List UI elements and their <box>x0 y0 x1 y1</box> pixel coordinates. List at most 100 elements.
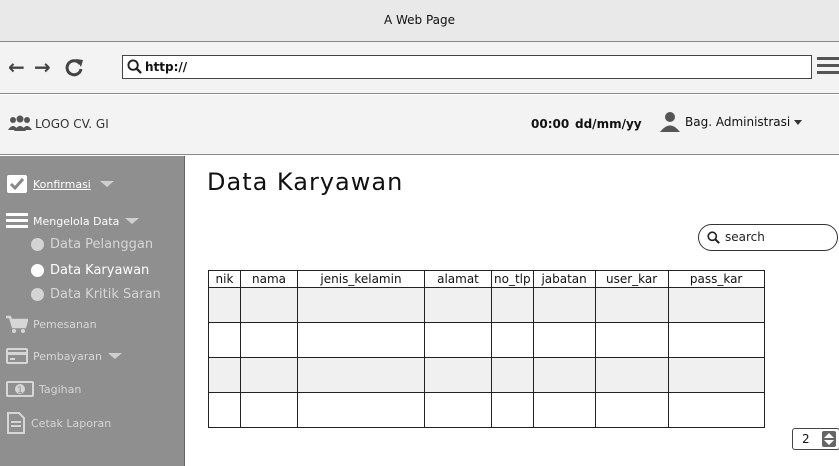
date-display: dd/mm/yy <box>575 117 642 131</box>
bullet-icon <box>31 288 44 301</box>
table-cell <box>297 322 425 358</box>
table-cell <box>208 322 241 358</box>
table-cell <box>532 392 596 428</box>
table-cell <box>532 287 596 323</box>
table-cell <box>491 322 534 358</box>
bullet-icon <box>31 238 44 251</box>
page-title: Data Karyawan <box>207 168 404 196</box>
table-cell <box>594 322 669 358</box>
table-cell <box>594 392 669 428</box>
sidebar-item-data-kritik-saran[interactable]: Data Kritik Saran <box>31 287 161 302</box>
table-row[interactable] <box>208 287 765 323</box>
time-display: 00:00 <box>531 117 570 131</box>
table-cell <box>240 392 298 428</box>
sidebar-item-cetak-laporan[interactable]: Cetak Laporan <box>6 412 111 434</box>
page-stepper[interactable]: 2 <box>792 428 839 450</box>
search-placeholder: search <box>725 230 765 244</box>
stepper-arrows-icon[interactable] <box>822 431 836 447</box>
column-header[interactable]: no_tlp <box>491 270 534 288</box>
table-header-row: nik nama jenis_kelamin alamat no_tlp jab… <box>208 270 765 288</box>
hamburger-menu-icon[interactable] <box>817 57 839 75</box>
user-menu[interactable]: Bag. Administrasi <box>659 111 803 133</box>
sidebar-item-konfirmasi[interactable]: Konfirmasi <box>6 174 114 194</box>
table-cell <box>297 392 425 428</box>
table-cell <box>208 287 241 323</box>
table-cell <box>491 392 534 428</box>
checkbox-icon <box>7 175 27 193</box>
sidebar-item-label: Konfirmasi <box>33 177 91 191</box>
table-cell <box>208 392 241 428</box>
table-cell <box>532 322 596 358</box>
url-bar[interactable]: http:// <box>122 55 812 79</box>
table-cell <box>424 392 492 428</box>
sidebar-item-pemesanan[interactable]: Pemesanan <box>6 315 97 333</box>
column-header[interactable]: pass_kar <box>667 270 765 288</box>
table-row[interactable] <box>208 322 765 358</box>
sidebar-item-label: Pembayaran <box>33 349 102 363</box>
sidebar-item-pembayaran[interactable]: Pembayaran <box>6 347 122 365</box>
column-header[interactable]: jenis_kelamin <box>297 270 425 288</box>
table-cell <box>667 287 765 323</box>
sidebar-item-label: Pemesanan <box>33 317 97 331</box>
logo-text: LOGO CV. GI <box>35 117 109 131</box>
table-cell <box>424 357 492 393</box>
sidebar-item-label: Tagihan <box>39 382 82 396</box>
table-cell <box>240 357 298 393</box>
column-header[interactable]: alamat <box>424 270 492 288</box>
reload-icon[interactable] <box>63 55 85 83</box>
table-cell <box>594 287 669 323</box>
browser-navbar: ← → http:// <box>0 42 839 94</box>
forward-arrow-icon[interactable]: → <box>34 55 51 79</box>
table-cell <box>667 357 765 393</box>
table-cell <box>491 287 534 323</box>
column-header[interactable]: nik <box>208 270 241 288</box>
logo: LOGO CV. GI <box>8 115 109 133</box>
back-arrow-icon[interactable]: ← <box>8 55 25 79</box>
table-cell <box>297 287 425 323</box>
url-text: http:// <box>145 60 188 74</box>
chevron-down-icon <box>107 353 122 359</box>
sidebar: Konfirmasi Mengelola Data Data Pelanggan… <box>0 156 185 466</box>
table-cell <box>424 287 492 323</box>
table-cell <box>491 357 534 393</box>
sidebar-item-data-pelanggan[interactable]: Data Pelanggan <box>31 237 153 252</box>
employee-table: nik nama jenis_kelamin alamat no_tlp jab… <box>208 270 765 428</box>
user-name: Bag. Administrasi <box>685 115 791 129</box>
search-input[interactable]: search <box>698 224 838 251</box>
app-header: LOGO CV. GI 00:00 dd/mm/yy Bag. Administ… <box>0 95 839 155</box>
sidebar-item-label: Mengelola Data <box>33 214 120 228</box>
column-header[interactable]: nama <box>240 270 298 288</box>
chevron-down-icon <box>99 181 114 187</box>
chevron-down-icon <box>125 218 140 224</box>
users-icon <box>8 115 32 131</box>
page-number: 2 <box>802 432 810 446</box>
sidebar-item-mengelola-data[interactable]: Mengelola Data <box>6 212 140 230</box>
table-cell <box>532 357 596 393</box>
search-icon <box>127 59 142 74</box>
column-header[interactable]: user_kar <box>594 270 669 288</box>
menu-icon <box>6 213 28 228</box>
sidebar-item-label: Data Karyawan <box>50 263 150 278</box>
table-row[interactable] <box>208 392 765 428</box>
search-icon <box>707 231 720 244</box>
column-header[interactable]: jabatan <box>532 270 596 288</box>
window-title: A Web Page <box>383 13 456 27</box>
document-icon <box>7 412 25 434</box>
sidebar-item-data-karyawan[interactable]: Data Karyawan <box>31 263 149 278</box>
sidebar-item-tagihan[interactable]: 1 Tagihan <box>6 380 81 398</box>
sidebar-item-label: Data Kritik Saran <box>50 287 161 302</box>
table-cell <box>667 322 765 358</box>
table-row[interactable] <box>208 357 765 393</box>
table-cell <box>667 392 765 428</box>
chevron-down-icon <box>794 119 803 125</box>
table-cell <box>240 287 298 323</box>
table-cell <box>424 322 492 358</box>
window-titlebar: A Web Page <box>0 0 839 42</box>
bullet-icon <box>31 264 44 277</box>
main-content: Data Karyawan search nik nama jenis_kela… <box>186 156 839 466</box>
table-cell <box>297 357 425 393</box>
user-icon <box>660 112 680 132</box>
card-icon <box>6 348 28 364</box>
money-icon: 1 <box>6 381 34 397</box>
table-cell <box>208 357 241 393</box>
